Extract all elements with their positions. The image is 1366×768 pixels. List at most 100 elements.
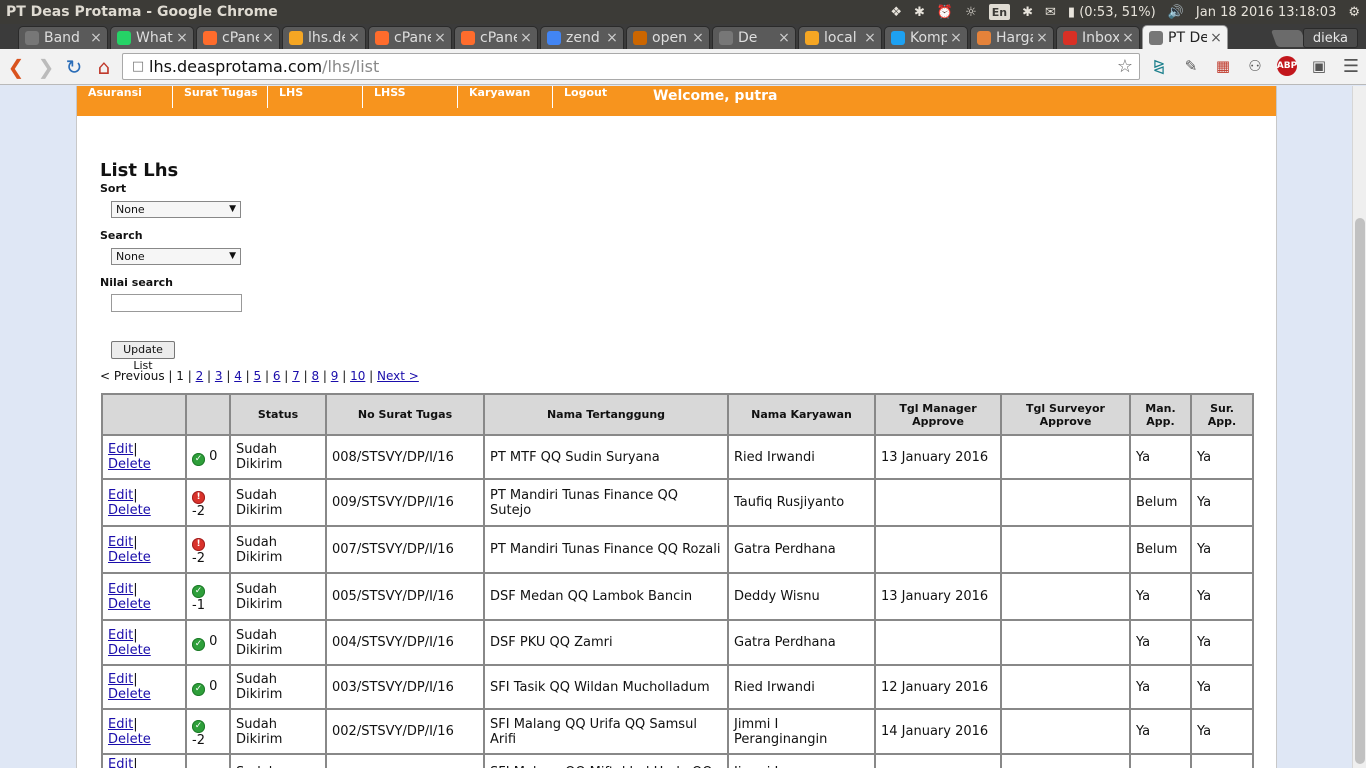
incognito-icon[interactable]: ⚇ xyxy=(1242,53,1268,79)
browser-tab[interactable]: open × xyxy=(626,26,710,49)
chrome-menu-icon[interactable]: ☰ xyxy=(1338,53,1364,79)
edit-link[interactable]: Edit xyxy=(108,535,133,550)
browser-tab[interactable]: Band × xyxy=(18,26,108,49)
tab-close-icon[interactable]: × xyxy=(175,30,189,46)
tab-label: What xyxy=(136,30,173,46)
nilai-search-input[interactable] xyxy=(111,294,242,312)
pager-page-link[interactable]: 10 xyxy=(350,369,365,383)
nav-item-surat-tugas[interactable]: Surat Tugas xyxy=(172,86,267,108)
tgl-surveyor-approve-cell xyxy=(1000,753,1131,768)
man-app-cell: Belum xyxy=(1129,525,1192,574)
col-header-nama-karyawan: Nama Karyawan xyxy=(727,393,876,436)
vertical-scrollbar[interactable] xyxy=(1352,86,1366,768)
delete-link[interactable]: Delete xyxy=(108,550,151,565)
tab-close-icon[interactable]: × xyxy=(519,30,533,46)
battery-indicator[interactable]: ▮ (0:53, 51%) xyxy=(1068,0,1156,24)
tab-close-icon[interactable]: × xyxy=(949,30,963,46)
tab-close-icon[interactable]: × xyxy=(89,30,103,46)
pager-page-link[interactable]: 3 xyxy=(215,369,223,383)
reload-icon[interactable]: ↻ xyxy=(60,53,88,81)
update-list-button[interactable]: Update List xyxy=(111,341,175,372)
extension-notify-icon[interactable]: ▣ xyxy=(1306,53,1332,79)
browser-tab[interactable]: zend × xyxy=(540,26,624,49)
delete-link[interactable]: Delete xyxy=(108,457,151,472)
browser-tab[interactable]: Komp × xyxy=(884,26,968,49)
delete-link[interactable]: Delete xyxy=(108,503,151,518)
nav-item-karyawan[interactable]: Karyawan xyxy=(457,86,552,108)
color-palette-icon[interactable]: ▦ xyxy=(1210,53,1236,79)
browser-tab[interactable]: cPanel× xyxy=(454,26,538,49)
browser-tab[interactable]: Inbox × xyxy=(1056,26,1140,49)
edit-link[interactable]: Edit xyxy=(108,717,133,732)
tab-close-icon[interactable]: × xyxy=(1035,30,1049,46)
keyboard-layout-indicator[interactable]: En xyxy=(988,4,1011,20)
volume-icon[interactable]: 🔊 xyxy=(1168,0,1184,24)
browser-tab[interactable]: What × xyxy=(110,26,194,49)
adblock-plus-icon[interactable]: ABP xyxy=(1277,56,1297,76)
tab-close-icon[interactable]: × xyxy=(261,30,275,46)
pager-page-link[interactable]: 2 xyxy=(196,369,204,383)
tab-close-icon[interactable]: × xyxy=(863,30,877,46)
new-tab-button[interactable] xyxy=(1270,30,1308,47)
sort-select[interactable]: None ▼ xyxy=(111,201,241,218)
browser-tab[interactable]: PT De × xyxy=(1142,25,1228,49)
pager-page-link[interactable]: 5 xyxy=(254,369,262,383)
pager-page-link[interactable]: 4 xyxy=(234,369,242,383)
edit-link[interactable]: Edit xyxy=(108,757,133,768)
bluetooth-icon[interactable]: ✱ xyxy=(914,0,925,24)
address-bar[interactable]: □ lhs.deasprotama.com/lhs/list ☆ xyxy=(122,53,1140,80)
extension-c-icon[interactable]: ⧎ xyxy=(1146,53,1172,79)
eyedropper-icon[interactable]: ✎ xyxy=(1178,53,1204,79)
dropbox-icon[interactable]: ❖ xyxy=(890,0,902,24)
delete-link[interactable]: Delete xyxy=(108,643,151,658)
forward-arrow-icon[interactable]: ❯ xyxy=(32,53,60,81)
alarm-icon[interactable]: ⏰ xyxy=(937,0,953,24)
tab-close-icon[interactable]: × xyxy=(777,30,791,46)
bookmark-star-icon[interactable]: ☆ xyxy=(1117,56,1133,77)
tab-close-icon[interactable]: × xyxy=(1121,30,1135,46)
delete-link[interactable]: Delete xyxy=(108,597,151,612)
browser-tab[interactable]: lhs.de× xyxy=(282,26,366,49)
browser-tab[interactable]: cPanel× xyxy=(368,26,452,49)
pager-page-link[interactable]: 9 xyxy=(331,369,339,383)
tgl-manager-approve-cell: 13 January 2016 xyxy=(874,434,1002,480)
tab-close-icon[interactable]: × xyxy=(605,30,619,46)
tab-close-icon[interactable]: × xyxy=(691,30,705,46)
edit-link[interactable]: Edit xyxy=(108,488,133,503)
settings-gear-icon[interactable]: ⚙ xyxy=(1348,0,1360,24)
browser-tab[interactable]: De × xyxy=(712,26,796,49)
browser-tab[interactable]: local × xyxy=(798,26,882,49)
delete-link[interactable]: Delete xyxy=(108,687,151,702)
tab-close-icon[interactable]: × xyxy=(1209,30,1223,46)
edit-link[interactable]: Edit xyxy=(108,628,133,643)
pma-icon xyxy=(805,31,819,45)
tab-close-icon[interactable]: × xyxy=(433,30,447,46)
nav-item-lhs[interactable]: LHS xyxy=(267,86,362,108)
pager-next-link[interactable]: Next > xyxy=(377,369,419,383)
edit-link[interactable]: Edit xyxy=(108,442,133,457)
edit-link[interactable]: Edit xyxy=(108,672,133,687)
mail-icon[interactable]: ✉ xyxy=(1045,0,1056,24)
delete-link[interactable]: Delete xyxy=(108,732,151,747)
tab-close-icon[interactable]: × xyxy=(347,30,361,46)
home-icon[interactable]: ⌂ xyxy=(90,53,118,81)
browser-tab[interactable]: cPanel× xyxy=(196,26,280,49)
bluetooth-icon[interactable]: ✱ xyxy=(1022,0,1033,24)
tab-label: lhs.de xyxy=(308,30,345,46)
pager-page-link[interactable]: 8 xyxy=(311,369,319,383)
browser-tab[interactable]: Harga× xyxy=(970,26,1054,49)
pager-page-link[interactable]: 6 xyxy=(273,369,281,383)
pager-page-link[interactable]: 7 xyxy=(292,369,300,383)
profile-button[interactable]: dieka xyxy=(1302,28,1358,48)
clock[interactable]: Jan 18 2016 13:18:03 xyxy=(1196,0,1336,24)
nav-item-logout[interactable]: Logout xyxy=(552,86,647,108)
nilai-search-label: Nilai search xyxy=(100,276,173,289)
back-arrow-icon[interactable]: ❮ xyxy=(2,53,30,81)
search-select[interactable]: None ▼ xyxy=(111,248,241,265)
nav-item-asuransi[interactable]: Asuransi xyxy=(77,86,172,108)
url-text[interactable]: lhs.deasprotama.com/lhs/list xyxy=(149,57,379,76)
wifi-icon[interactable]: ☼ xyxy=(965,0,977,24)
scrollbar-thumb[interactable] xyxy=(1355,218,1365,764)
edit-link[interactable]: Edit xyxy=(108,582,133,597)
nav-item-lhss[interactable]: LHSS xyxy=(362,86,457,108)
